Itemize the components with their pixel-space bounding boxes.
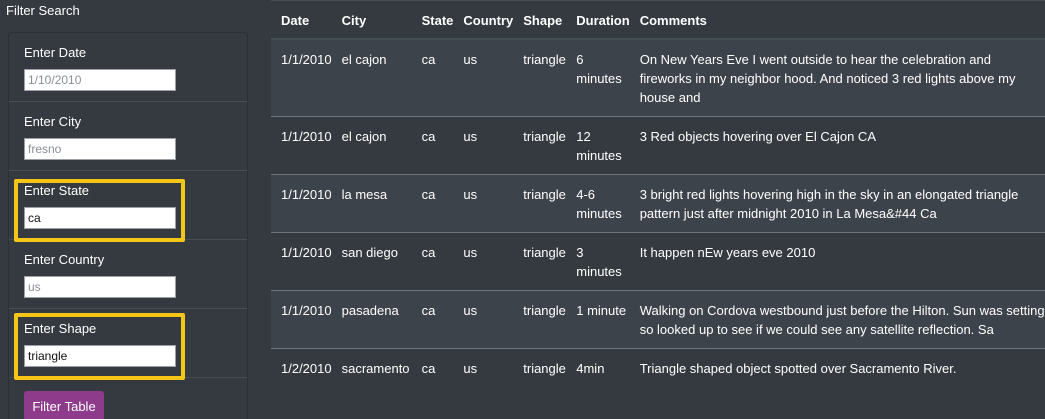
table-row: 1/2/2010 sacramento ca us triangle 4min Triang… (271, 347, 1045, 387)
comments-cell: 3 bright red lights hovering high in the… (629, 173, 1045, 232)
duration-cell: 4-6 minutes (566, 173, 630, 232)
table-body: 1/1/2010 el cajon ca us triangle 6 minutes On … (271, 38, 1045, 387)
shape-highlight-box (14, 313, 185, 380)
table-row: 1/1/2010 pasadena ca us triangle 1 minute Walk… (271, 289, 1045, 348)
duration-cell: 3 minutes (566, 231, 630, 290)
filter-search-title: Filter Search (6, 3, 80, 18)
header-date: Date (271, 0, 332, 40)
date-cell: 1/1/2010 (271, 289, 332, 348)
city-cell: sacramento (331, 347, 412, 387)
duration-cell: 4min (566, 347, 630, 387)
country-cell: us (453, 38, 514, 116)
country-cell: us (453, 231, 514, 290)
comments-cell: It happen nEw years eve 2010 (629, 231, 1045, 290)
filter-item-country: Enter Country (9, 240, 247, 309)
filter-item-city: Enter City (9, 102, 247, 171)
comments-cell: Triangle shaped object spotted over Sacr… (629, 347, 1045, 387)
date-label: Enter Date (24, 45, 87, 60)
shape-cell: triangle (513, 289, 567, 348)
table-row: 1/1/2010 san diego ca us triangle 3 minutes It… (271, 231, 1045, 290)
date-cell: 1/1/2010 (271, 231, 332, 290)
filter-table-button[interactable]: Filter Table (24, 391, 104, 419)
city-cell: san diego (331, 231, 412, 290)
city-cell: la mesa (331, 173, 412, 232)
shape-cell: triangle (513, 347, 567, 387)
table-row: 1/1/2010 la mesa ca us triangle 4-6 minutes 3 … (271, 173, 1045, 232)
city-input[interactable] (24, 138, 176, 160)
header-shape: Shape (513, 0, 567, 40)
comments-cell: 3 Red objects hovering over El Cajon CA (629, 115, 1045, 174)
country-cell: us (453, 347, 514, 387)
shape-cell: triangle (513, 115, 567, 174)
shape-cell: triangle (513, 38, 567, 116)
table-header: Date City State Country Shape Duration C… (271, 0, 1045, 40)
ufo-sightings-page: Filter Search Enter Date Enter City Ente… (0, 0, 1045, 419)
header-duration: Duration (566, 0, 630, 40)
date-cell: 1/1/2010 (271, 115, 332, 174)
city-cell: pasadena (331, 289, 412, 348)
shape-cell: triangle (513, 173, 567, 232)
table-row: 1/1/2010 el cajon ca us triangle 6 minutes On … (271, 38, 1045, 116)
date-input[interactable] (24, 69, 176, 91)
city-cell: el cajon (331, 38, 412, 116)
country-input[interactable] (24, 276, 176, 298)
date-cell: 1/2/2010 (271, 347, 332, 387)
table-row: 1/1/2010 el cajon ca us triangle 12 minutes 3 … (271, 115, 1045, 174)
date-cell: 1/1/2010 (271, 38, 332, 116)
header-country: Country (453, 0, 514, 40)
state-highlight-box (14, 179, 185, 242)
header-state: State (411, 0, 454, 40)
country-cell: us (453, 289, 514, 348)
state-cell: ca (411, 289, 454, 348)
city-cell: el cajon (331, 115, 412, 174)
date-cell: 1/1/2010 (271, 173, 332, 232)
state-cell: ca (411, 115, 454, 174)
duration-cell: 1 minute (566, 289, 630, 348)
results-table-container: Date City State Country Shape Duration C… (271, 0, 1045, 419)
state-cell: ca (411, 347, 454, 387)
header-city: City (331, 0, 412, 40)
results-table: Date City State Country Shape Duration C… (271, 0, 1045, 387)
comments-cell: On New Years Eve I went outside to hear … (629, 38, 1045, 116)
state-cell: ca (411, 173, 454, 232)
header-comments: Comments (629, 0, 1045, 40)
header-row: Date City State Country Shape Duration C… (271, 0, 1045, 40)
country-cell: us (453, 173, 514, 232)
country-label: Enter Country (24, 252, 105, 267)
state-cell: ca (411, 231, 454, 290)
filter-item-date: Enter Date (9, 33, 247, 102)
duration-cell: 6 minutes (566, 38, 630, 116)
country-cell: us (453, 115, 514, 174)
duration-cell: 12 minutes (566, 115, 630, 174)
comments-cell: Walking on Cordova westbound just before… (629, 289, 1045, 348)
shape-cell: triangle (513, 231, 567, 290)
state-cell: ca (411, 38, 454, 116)
city-label: Enter City (24, 114, 82, 129)
